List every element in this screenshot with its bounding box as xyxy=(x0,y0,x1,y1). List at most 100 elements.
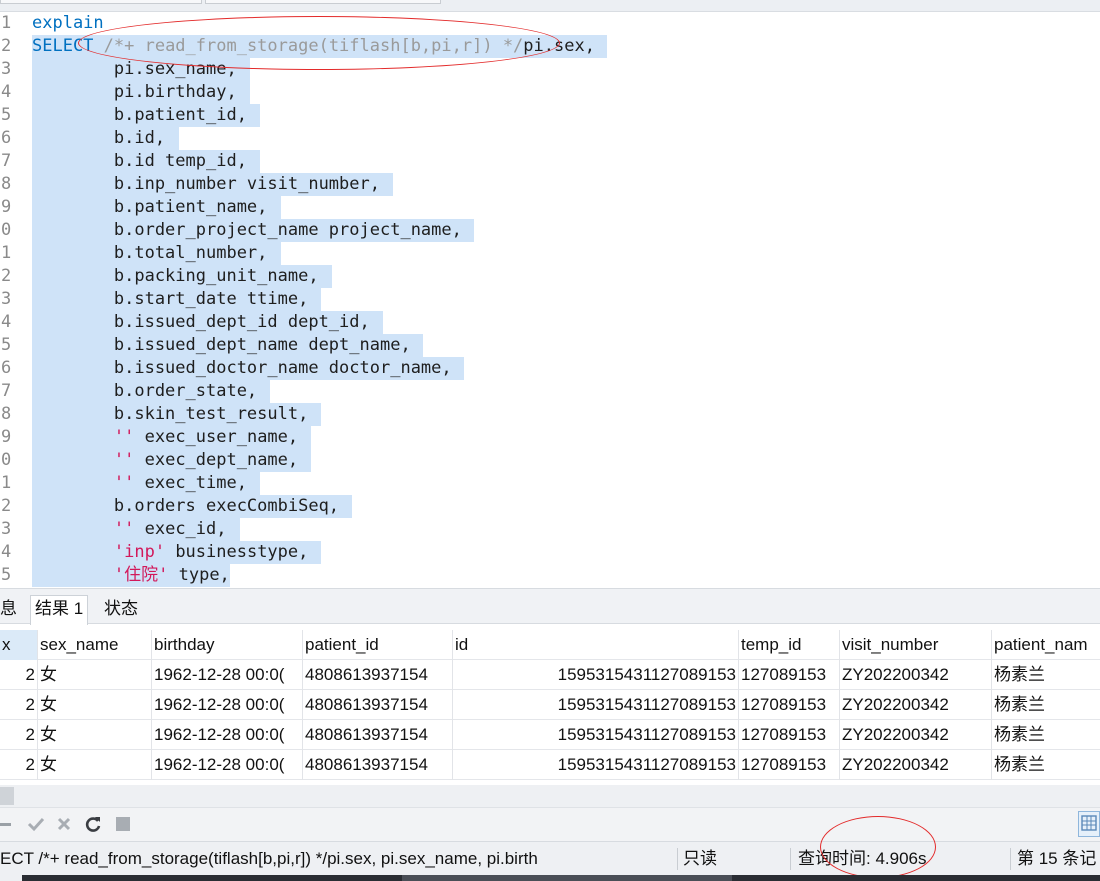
grid-view-icon[interactable] xyxy=(1078,811,1100,837)
table-row[interactable]: 2 女 1962-12-28 00:0(4808613937154 159531543… xyxy=(0,690,1100,720)
code-line[interactable]: 2 b.orders execCombiSeq, xyxy=(0,495,1100,518)
code-line[interactable]: 8 b.skin_test_result, xyxy=(0,403,1100,426)
table-cell[interactable]: 2 xyxy=(0,720,38,750)
table-cell[interactable]: 2 xyxy=(0,690,38,720)
code-token: explain xyxy=(32,13,104,33)
table-cell[interactable]: 杨素兰 xyxy=(992,720,1100,750)
scrollbar-thumb[interactable] xyxy=(0,787,14,805)
query-tab[interactable] xyxy=(0,0,202,4)
column-header[interactable]: visit_number xyxy=(840,630,992,660)
line-number: 9 xyxy=(1,197,12,217)
table-cell[interactable]: 1595315431127089153 xyxy=(453,750,739,780)
sql-editor[interactable]: 1 explain 2 SELECT /*+ read_from_storage(ti… xyxy=(0,12,1100,588)
table-cell[interactable]: ZY202200342 xyxy=(840,660,992,690)
code-text: b.issued_doctor_name doctor_name, xyxy=(32,357,452,380)
table-cell[interactable]: 4808613937154 xyxy=(303,660,453,690)
tab-status[interactable]: 状态 xyxy=(104,596,138,625)
code-text: '' exec_time, xyxy=(32,472,247,495)
apply-check-icon[interactable] xyxy=(25,813,47,835)
column-header[interactable]: x xyxy=(0,630,38,660)
table-cell[interactable]: ZY202200342 xyxy=(840,750,992,780)
table-cell[interactable]: 1962-12-28 00:0( xyxy=(152,720,303,750)
table-cell[interactable]: 女 xyxy=(38,690,152,720)
table-cell[interactable]: 女 xyxy=(38,660,152,690)
code-line[interactable]: 4 b.issued_dept_id dept_id, xyxy=(0,311,1100,334)
code-line[interactable]: 4 'inp' businesstype, xyxy=(0,541,1100,564)
code-token: '' xyxy=(113,427,135,447)
code-token: b.orders execCombiSeq, xyxy=(32,496,340,516)
code-line[interactable]: 5 '住院' type, xyxy=(0,564,1100,587)
table-cell[interactable]: 女 xyxy=(38,750,152,780)
code-line[interactable]: 7 b.order_state, xyxy=(0,380,1100,403)
code-line[interactable]: 9 '' exec_user_name, xyxy=(0,426,1100,449)
code-text: b.total_number, xyxy=(32,242,268,265)
code-line[interactable]: 5 b.issued_dept_name dept_name, xyxy=(0,334,1100,357)
table-cell[interactable]: 2 xyxy=(0,750,38,780)
column-header[interactable]: patient_id xyxy=(303,630,453,660)
code-line[interactable]: 0 '' exec_dept_name, xyxy=(0,449,1100,472)
code-line[interactable]: 6 b.issued_doctor_name doctor_name, xyxy=(0,357,1100,380)
code-line[interactable]: 3 '' exec_id, xyxy=(0,518,1100,541)
table-cell[interactable]: 4808613937154 xyxy=(303,720,453,750)
code-token: b.patient_id, xyxy=(32,105,247,125)
code-line[interactable]: 1 '' exec_time, xyxy=(0,472,1100,495)
table-cell[interactable]: 1595315431127089153 xyxy=(453,660,739,690)
code-line[interactable]: 0 b.order_project_name project_name, xyxy=(0,219,1100,242)
code-line[interactable]: 5 b.patient_id, xyxy=(0,104,1100,127)
table-cell[interactable]: 杨素兰 xyxy=(992,690,1100,720)
stop-icon[interactable] xyxy=(112,813,134,835)
status-query-text: ECT /*+ read_from_storage(tiflash[b,pi,r… xyxy=(0,849,538,868)
code-text: b.order_state, xyxy=(32,380,257,403)
refresh-icon[interactable] xyxy=(82,813,104,835)
code-line[interactable]: 1 b.total_number, xyxy=(0,242,1100,265)
delete-record-icon[interactable] xyxy=(0,813,16,835)
code-line[interactable]: 7 b.id temp_id, xyxy=(0,150,1100,173)
tab-result-1[interactable]: 结果 1 xyxy=(30,595,89,625)
query-tab[interactable] xyxy=(205,0,441,4)
table-cell[interactable]: 127089153 xyxy=(739,750,840,780)
result-grid[interactable]: x sex_name birthday patient_id id temp_id visi… xyxy=(0,624,1100,780)
table-cell[interactable]: 4808613937154 xyxy=(303,690,453,720)
code-line[interactable]: 6 b.id, xyxy=(0,127,1100,150)
code-token: '' xyxy=(113,450,135,470)
column-header[interactable]: id xyxy=(453,630,739,660)
discard-x-icon[interactable] xyxy=(53,813,75,835)
code-line[interactable]: 9 b.patient_name, xyxy=(0,196,1100,219)
code-line[interactable]: 8 b.inp_number visit_number, xyxy=(0,173,1100,196)
code-text: b.issued_dept_name dept_name, xyxy=(32,334,411,357)
column-header[interactable]: birthday xyxy=(152,630,303,660)
table-row[interactable]: 2 女 1962-12-28 00:0(4808613937154 159531543… xyxy=(0,750,1100,780)
status-divider xyxy=(790,848,791,870)
code-line[interactable]: 4 pi.birthday, xyxy=(0,81,1100,104)
table-cell[interactable]: 127089153 xyxy=(739,720,840,750)
code-token: '' xyxy=(113,519,135,539)
table-row[interactable]: 2 女 1962-12-28 00:0(4808613937154 159531543… xyxy=(0,720,1100,750)
table-cell[interactable]: 127089153 xyxy=(739,690,840,720)
table-row[interactable]: 2 女 1962-12-28 00:0(4808613937154 159531543… xyxy=(0,660,1100,690)
table-cell[interactable]: 1962-12-28 00:0( xyxy=(152,690,303,720)
table-cell[interactable]: 女 xyxy=(38,720,152,750)
table-cell[interactable]: 1595315431127089153 xyxy=(453,720,739,750)
table-cell[interactable]: 127089153 xyxy=(739,660,840,690)
table-cell[interactable]: ZY202200342 xyxy=(840,720,992,750)
code-text: explain xyxy=(32,12,104,35)
table-cell[interactable]: 杨素兰 xyxy=(992,660,1100,690)
table-cell[interactable]: ZY202200342 xyxy=(840,690,992,720)
horizontal-scrollbar[interactable] xyxy=(0,785,1100,807)
column-header[interactable]: sex_name xyxy=(38,630,152,660)
code-line[interactable]: 3 b.start_date ttime, xyxy=(0,288,1100,311)
table-cell[interactable]: 1962-12-28 00:0( xyxy=(152,750,303,780)
table-cell[interactable]: 4808613937154 xyxy=(303,750,453,780)
tab-messages[interactable]: 息 xyxy=(0,596,17,625)
table-cell[interactable]: 1962-12-28 00:0( xyxy=(152,660,303,690)
table-cell[interactable]: 1595315431127089153 xyxy=(453,690,739,720)
column-header[interactable]: patient_nam xyxy=(992,630,1100,660)
code-line[interactable]: 2 b.packing_unit_name, xyxy=(0,265,1100,288)
column-header[interactable]: temp_id xyxy=(739,630,840,660)
table-cell[interactable]: 2 xyxy=(0,660,38,690)
grid-header-row[interactable]: x sex_name birthday patient_id id temp_id visi… xyxy=(0,630,1100,660)
code-token: b.start_date ttime, xyxy=(32,289,309,309)
table-cell[interactable]: 杨素兰 xyxy=(992,750,1100,780)
